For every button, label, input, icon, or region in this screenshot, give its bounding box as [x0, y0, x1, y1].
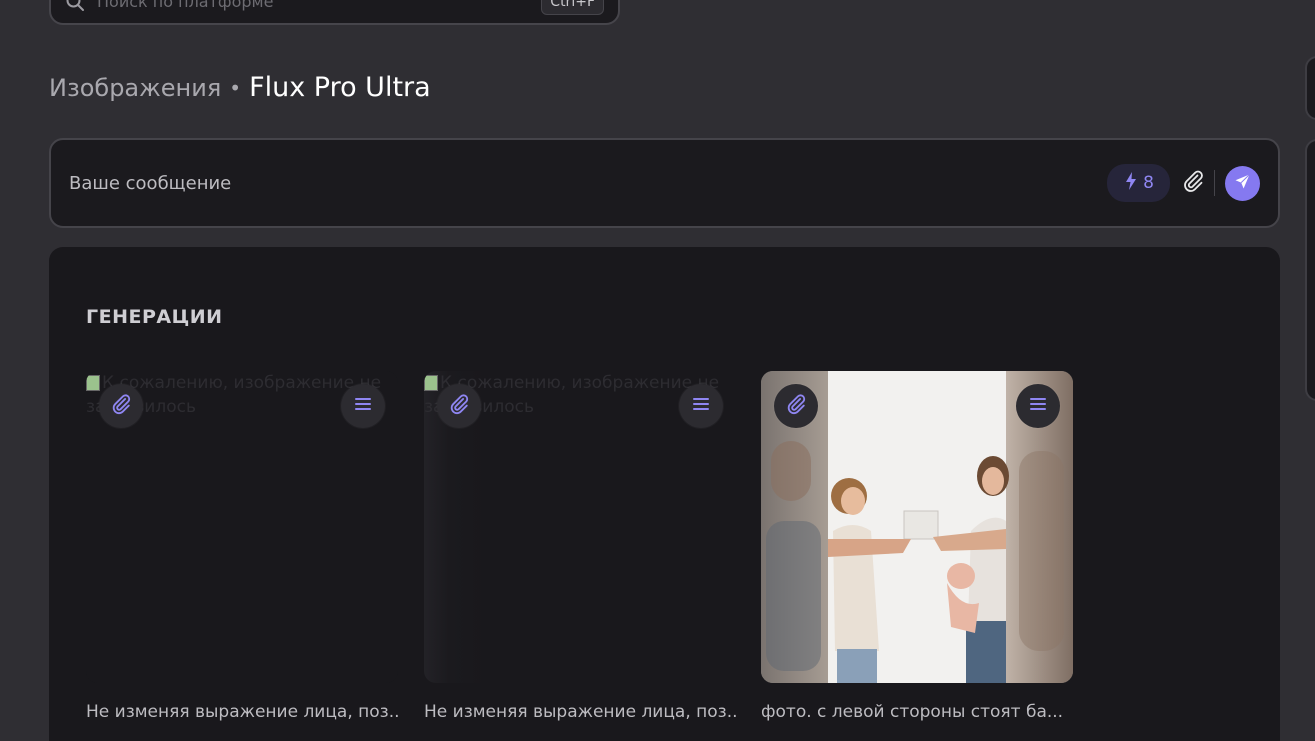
generation-card[interactable]: К сожалению, изображение не загрузилось: [424, 371, 736, 683]
menu-icon: [1029, 396, 1047, 416]
generation-caption[interactable]: Не изменяя выражение лица, поз...: [424, 702, 736, 722]
paperclip-icon: [448, 393, 470, 419]
divider: [1214, 170, 1215, 196]
breadcrumb: Изображения • Flux Pro Ultra: [49, 72, 431, 103]
send-icon: [1234, 173, 1251, 194]
message-input[interactable]: Ваше сообщение: [69, 173, 1107, 194]
credits-badge[interactable]: 8: [1107, 164, 1170, 202]
generation-caption[interactable]: фото. с левой стороны стоят ба...: [761, 702, 1073, 722]
generation-card[interactable]: [761, 371, 1073, 683]
attach-to-message-button[interactable]: [99, 384, 143, 428]
credits-count: 8: [1143, 173, 1154, 193]
menu-icon: [354, 396, 372, 416]
side-panel: [1305, 139, 1315, 401]
card-menu-button[interactable]: [341, 384, 385, 428]
attach-to-message-button[interactable]: [437, 384, 481, 428]
attach-to-message-button[interactable]: [774, 384, 818, 428]
send-button[interactable]: [1225, 165, 1260, 201]
paperclip-icon: [1181, 169, 1205, 197]
generation-caption[interactable]: Не изменяя выражение лица, поз...: [86, 702, 398, 722]
message-composer: Ваше сообщение 8: [49, 138, 1280, 228]
breadcrumb-separator: •: [229, 75, 242, 100]
page-title: Flux Pro Ultra: [249, 72, 431, 103]
generations-panel: ГЕНЕРАЦИИ К сожалению, изображение не за…: [49, 247, 1280, 741]
breadcrumb-section[interactable]: Изображения: [49, 74, 221, 102]
generation-card[interactable]: К сожалению, изображение не загрузилось: [86, 371, 398, 683]
paperclip-icon: [785, 393, 807, 419]
attach-button[interactable]: [1180, 170, 1206, 196]
search-shortcut-badge: Ctrl+F: [541, 0, 604, 15]
search-icon: [65, 0, 85, 12]
search-input[interactable]: Поиск по платформе: [97, 0, 529, 11]
card-menu-button[interactable]: [679, 384, 723, 428]
paperclip-icon: [110, 393, 132, 419]
generations-title: ГЕНЕРАЦИИ: [86, 306, 223, 328]
card-menu-button[interactable]: [1016, 384, 1060, 428]
lightning-icon: [1125, 171, 1137, 195]
platform-search[interactable]: Поиск по платформе Ctrl+F: [49, 0, 620, 25]
side-panel-top: [1305, 56, 1315, 120]
broken-image-icon: [424, 375, 438, 391]
menu-icon: [692, 396, 710, 416]
broken-image-icon: [86, 375, 100, 391]
